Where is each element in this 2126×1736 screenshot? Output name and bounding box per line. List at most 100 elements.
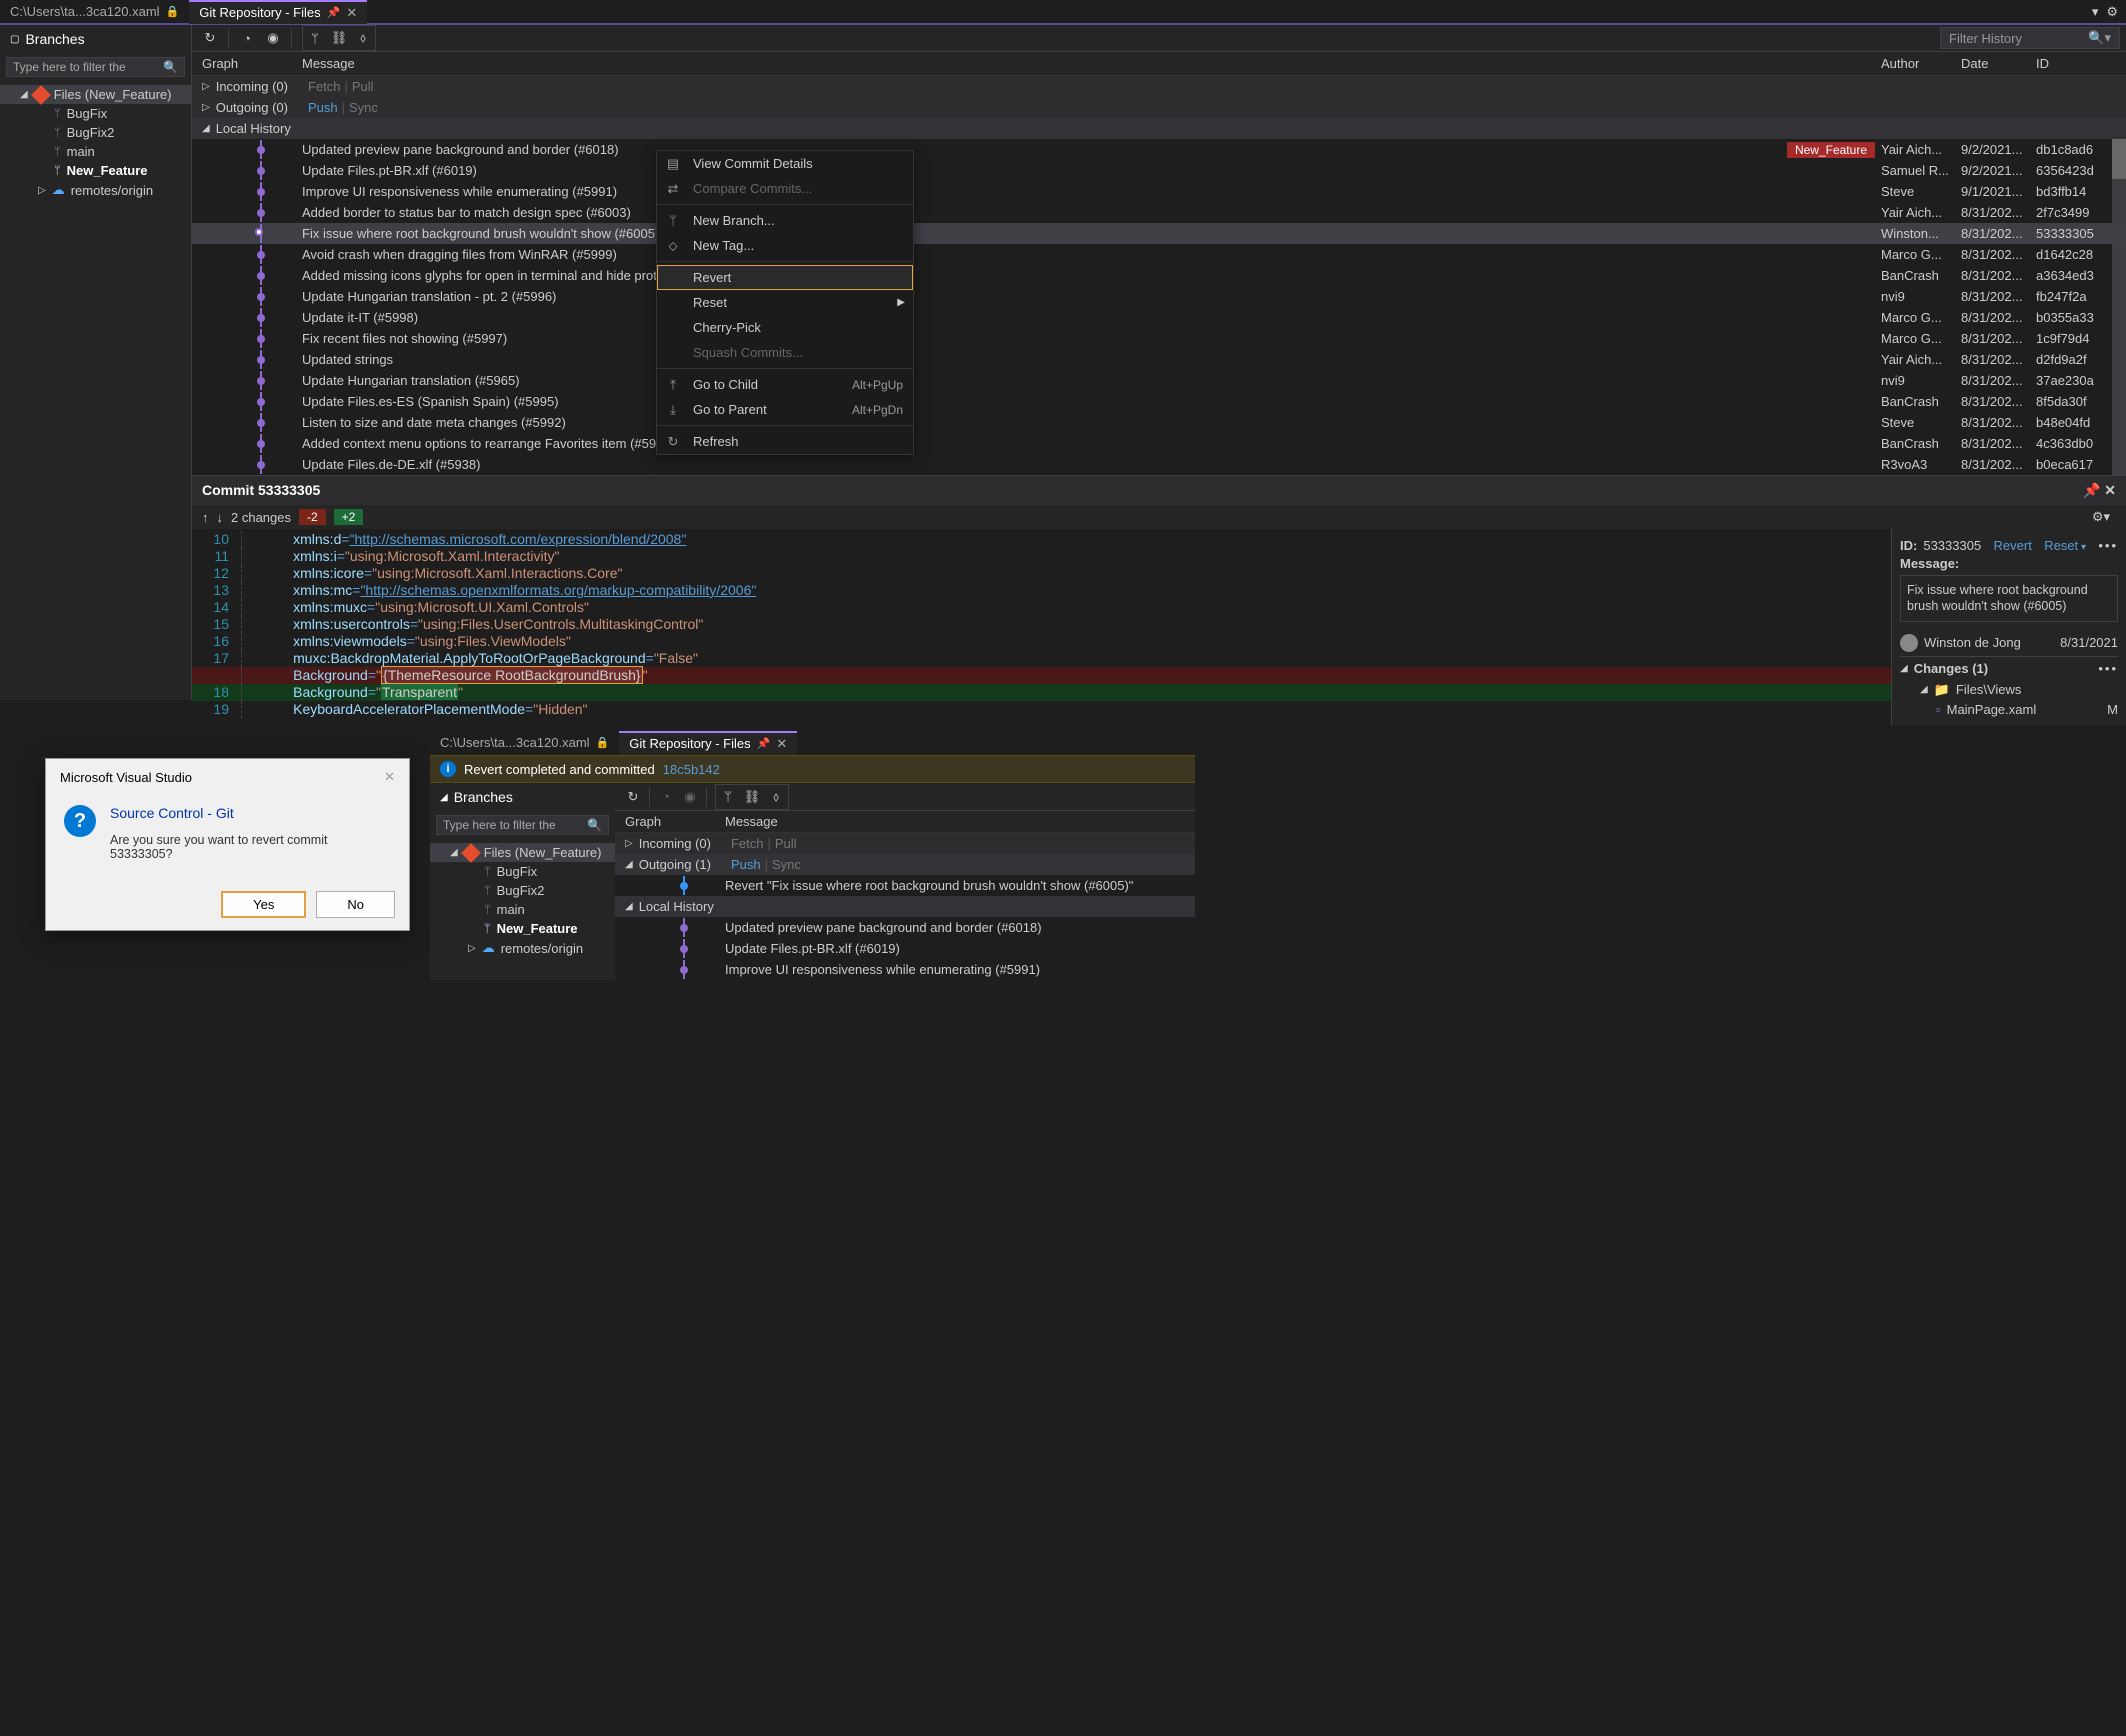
ctx-view-details[interactable]: ▤View Commit Details	[657, 151, 913, 176]
commit-row[interactable]: Update Hungarian translation (#5965) nvi…	[192, 370, 2126, 391]
commit-row[interactable]: Updated preview pane background and bord…	[615, 917, 1195, 938]
prev-change-button[interactable]: ↑	[202, 510, 209, 525]
stage-button[interactable]: ◔	[654, 785, 678, 809]
local-history-section[interactable]: ◢Local History	[615, 896, 1195, 917]
sync-link[interactable]: Sync	[772, 857, 801, 872]
repo-root[interactable]: ◢Files (New_Feature)	[0, 85, 191, 104]
ctx-new-branch[interactable]: ᛘNew Branch...	[657, 208, 913, 233]
pull-link[interactable]: Pull	[775, 836, 797, 851]
repo-root[interactable]: ◢Files (New_Feature)	[430, 843, 615, 862]
incoming-section[interactable]: ▷Incoming (0)Fetch|Pull	[192, 76, 2126, 97]
sync-link[interactable]: Sync	[349, 100, 378, 115]
branches-header[interactable]: ▢Branches	[0, 25, 191, 53]
more-icon[interactable]: •••	[2098, 661, 2118, 676]
gear-icon[interactable]: ⚙	[2106, 4, 2118, 20]
push-link[interactable]: Push	[731, 857, 761, 872]
code-area[interactable]: 10 xmlns:d="http://schemas.microsoft.com…	[192, 529, 1891, 725]
branch-item[interactable]: ᛘBugFix2	[430, 881, 615, 900]
commit-row[interactable]: Update Files.pt-BR.xlf (#6019) Samuel R.…	[192, 160, 2126, 181]
branch-filter-input[interactable]: Type here to filter the🔍	[6, 57, 185, 77]
more-icon[interactable]: •••	[2098, 538, 2118, 553]
file-tab[interactable]: C:\Users\ta...3ca120.xaml 🔒	[0, 1, 189, 22]
col-graph[interactable]: Graph	[202, 56, 302, 71]
gear-icon[interactable]: ⚙▾	[2092, 509, 2116, 525]
branch-item[interactable]: ᛘmain	[430, 900, 615, 919]
ctx-new-tag[interactable]: ⬦New Tag...	[657, 233, 913, 258]
detail-reset-link[interactable]: Reset	[2044, 538, 2086, 553]
commit-row[interactable]: Added missing icons glyphs for open in t…	[192, 265, 2126, 286]
tag-button[interactable]: ⬨	[351, 26, 375, 50]
branch-filter-input[interactable]: Type here to filter the🔍	[436, 815, 609, 835]
commit-row[interactable]: Update Files.es-ES (Spanish Spain) (#599…	[192, 391, 2126, 412]
tag-button[interactable]: ⬨	[764, 785, 788, 809]
close-icon[interactable]: ✕	[2104, 482, 2116, 498]
incoming-section[interactable]: ▷Incoming (0)Fetch|Pull	[615, 833, 1195, 854]
next-change-button[interactable]: ↓	[217, 510, 224, 525]
pin-icon[interactable]: 📌	[757, 737, 771, 750]
commit-row[interactable]: Update Files.de-DE.xlf (#5938) R3voA3 8/…	[192, 454, 2126, 475]
chevron-down-icon[interactable]: ▾	[2092, 4, 2099, 20]
commit-row[interactable]: Updated strings Yair Aich... 8/31/202...…	[192, 349, 2126, 370]
commit-row[interactable]: Update Files.pt-BR.xlf (#6019)	[615, 938, 1195, 959]
col-id[interactable]: ID	[2036, 56, 2116, 71]
col-message[interactable]: Message	[302, 56, 1881, 71]
commit-row[interactable]: Avoid crash when dragging files from Win…	[192, 244, 2126, 265]
remotes-node[interactable]: ▷☁remotes/origin	[0, 180, 191, 200]
local-history-section[interactable]: ◢Local History	[192, 118, 2126, 139]
close-icon[interactable]: ✕	[346, 5, 357, 21]
merge-button[interactable]: ⛓	[327, 26, 351, 50]
commit-row[interactable]: Listen to size and date meta changes (#5…	[192, 412, 2126, 433]
chevron-down-icon[interactable]: ◢	[1900, 663, 1908, 674]
detail-revert-link[interactable]: Revert	[1994, 538, 2032, 553]
commit-row[interactable]: Update Hungarian translation - pt. 2 (#5…	[192, 286, 2126, 307]
outgoing-section[interactable]: ◢Outgoing (1)Push|Sync	[615, 854, 1195, 875]
no-button[interactable]: No	[316, 891, 395, 918]
remotes-node[interactable]: ▷☁remotes/origin	[430, 938, 615, 958]
branch-item-current[interactable]: ᛘNew_Feature	[430, 919, 615, 938]
pull-link[interactable]: Pull	[352, 79, 374, 94]
ctx-go-parent[interactable]: ⤓Go to ParentAlt+PgDn	[657, 397, 913, 422]
col-graph[interactable]: Graph	[625, 814, 725, 829]
commit-row[interactable]: Improve UI responsiveness while enumerat…	[192, 181, 2126, 202]
col-date[interactable]: Date	[1961, 56, 2036, 71]
refresh-button[interactable]: ↻	[621, 785, 645, 809]
pin-icon[interactable]: 📌	[327, 6, 341, 19]
file-tab[interactable]: C:\Users\ta...3ca120.xaml 🔒	[430, 732, 619, 753]
filter-history-input[interactable]: Filter History🔍▾	[1940, 27, 2120, 49]
commit-button[interactable]: ◉	[261, 26, 285, 50]
commit-row[interactable]: Revert "Fix issue where root background …	[615, 875, 1195, 896]
branch-item[interactable]: ᛘBugFix	[430, 862, 615, 881]
col-message[interactable]: Message	[725, 814, 1185, 829]
push-link[interactable]: Push	[308, 100, 338, 115]
pin-icon[interactable]: 📌	[2083, 482, 2100, 498]
repo-tab[interactable]: Git Repository - Files 📌 ✕	[189, 0, 367, 24]
close-icon[interactable]: ✕	[776, 736, 787, 752]
merge-button[interactable]: ⛓	[740, 785, 764, 809]
outgoing-section[interactable]: ▷Outgoing (0)Push|Sync	[192, 97, 2126, 118]
ctx-refresh[interactable]: ↻Refresh	[657, 429, 913, 454]
commit-row[interactable]: Improve UI responsiveness while enumerat…	[615, 959, 1195, 980]
changed-file[interactable]: ▫MainPage.xamlM	[1900, 700, 2118, 719]
branch-graph-button[interactable]: ᛘ	[716, 785, 740, 809]
ctx-revert[interactable]: Revert	[657, 265, 913, 290]
commit-row[interactable]: Fix recent files not showing (#5997) Mar…	[192, 328, 2126, 349]
commit-button[interactable]: ◉	[678, 785, 702, 809]
refresh-button[interactable]: ↻	[198, 26, 222, 50]
branches-header[interactable]: ◢Branches	[430, 783, 615, 811]
branch-graph-button[interactable]: ᛘ	[303, 26, 327, 50]
fetch-link[interactable]: Fetch	[308, 79, 341, 94]
fetch-link[interactable]: Fetch	[731, 836, 764, 851]
commit-row[interactable]: Fix issue where root background brush wo…	[192, 223, 2126, 244]
yes-button[interactable]: Yes	[221, 891, 306, 918]
col-author[interactable]: Author	[1881, 56, 1961, 71]
repo-tab[interactable]: Git Repository - Files 📌 ✕	[619, 731, 797, 755]
close-icon[interactable]: ✕	[384, 769, 395, 785]
branch-item[interactable]: ᛘBugFix	[0, 104, 191, 123]
branch-item[interactable]: ᛘBugFix2	[0, 123, 191, 142]
branch-item[interactable]: ᛘmain	[0, 142, 191, 161]
ctx-go-child[interactable]: ⤒Go to ChildAlt+PgUp	[657, 372, 913, 397]
ctx-reset[interactable]: Reset▶	[657, 290, 913, 315]
commit-row[interactable]: Update it-IT (#5998) Marco G... 8/31/202…	[192, 307, 2126, 328]
branch-item-current[interactable]: ᛘNew_Feature	[0, 161, 191, 180]
ctx-cherry-pick[interactable]: Cherry-Pick	[657, 315, 913, 340]
